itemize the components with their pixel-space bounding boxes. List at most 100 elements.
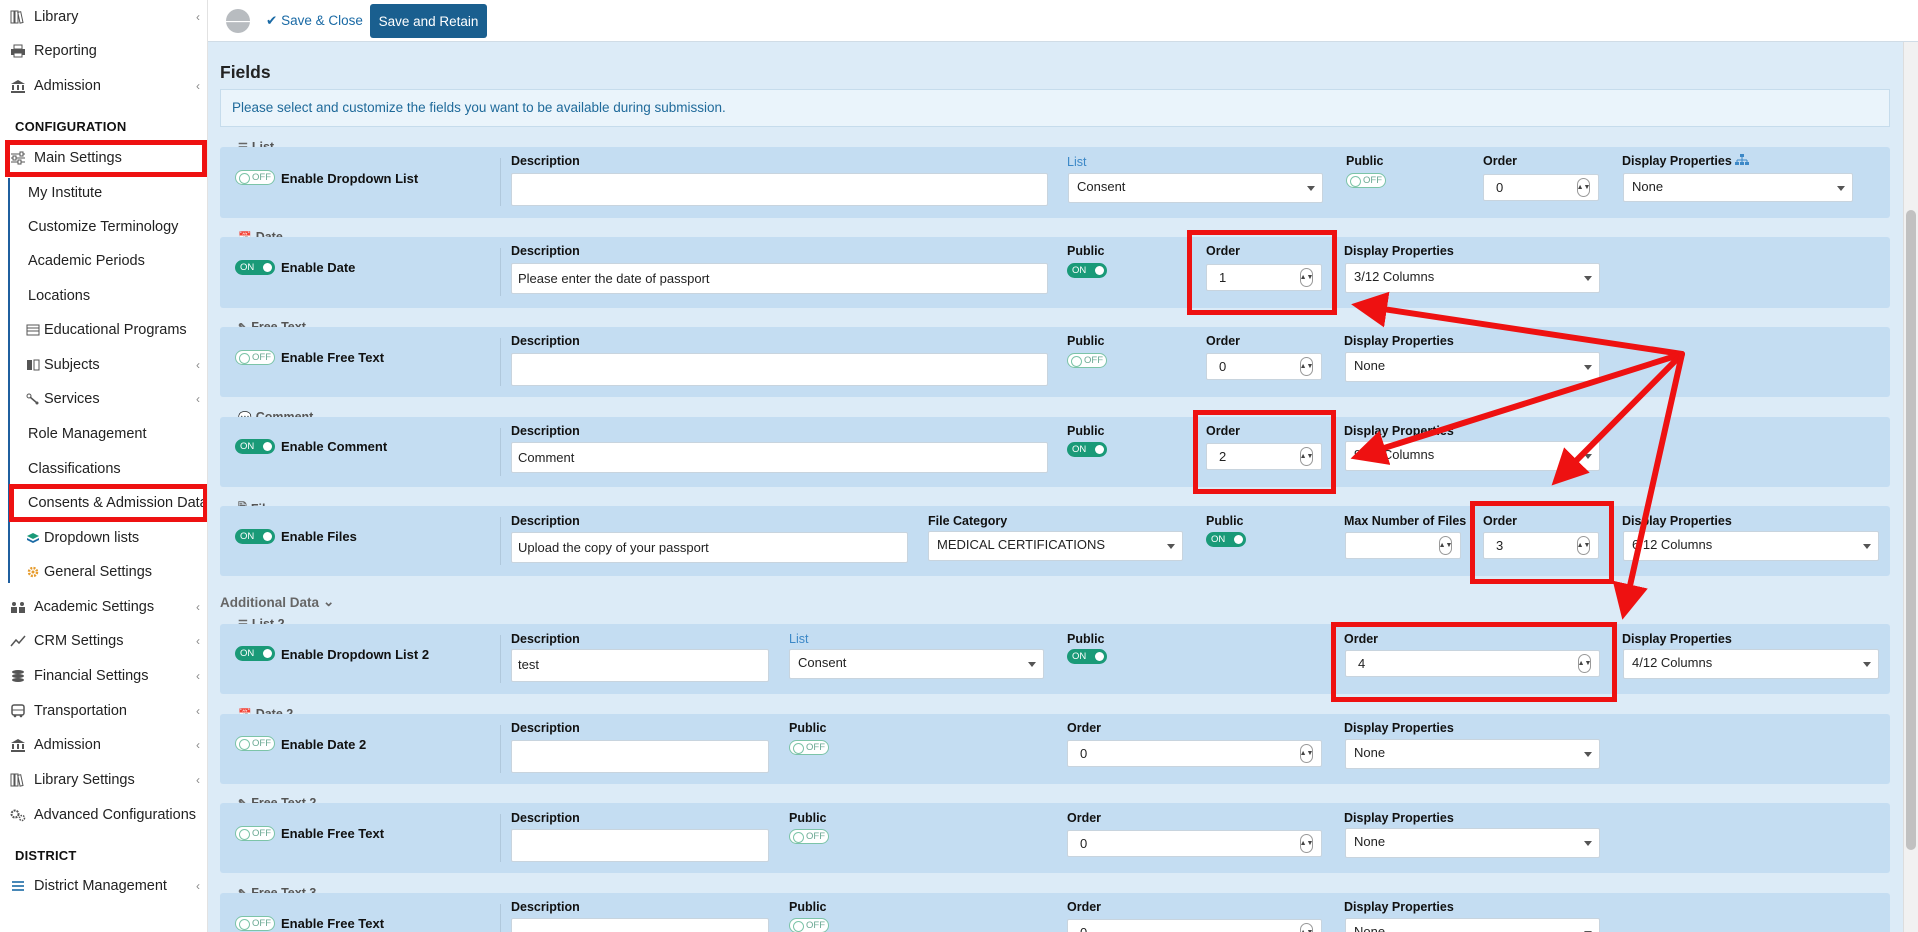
field-row-comment [220,417,1890,487]
sidebar-item-role-management[interactable]: Role Management [0,419,207,449]
toggle-enable-date[interactable]: ON [235,260,275,275]
check-icon: ✔ [266,13,278,28]
display-properties-select[interactable]: 9/12 Columns [1345,441,1600,471]
spinner-icon[interactable]: ▲▼ [1300,447,1313,466]
sidebar-item-advanced-configurations[interactable]: Advanced Configurations [0,800,207,830]
label-list-link[interactable]: List [1067,155,1086,169]
toggle-enable-comment[interactable]: ON [235,439,275,454]
sidebar-item-customize-terminology[interactable]: Customize Terminology [0,212,207,242]
sidebar-item-main-settings[interactable]: Main Settings [0,143,207,173]
spinner-icon[interactable]: ▲▼ [1300,923,1313,932]
display-properties-select[interactable]: None [1345,918,1600,932]
sidebar-item-services[interactable]: Services ‹ [0,384,207,414]
toggle-public[interactable]: OFF [1346,173,1386,188]
description-input[interactable] [511,918,769,932]
sidebar-item-transportation[interactable]: Transportation ‹ [0,696,207,726]
sidebar-item-academic-settings[interactable]: Academic Settings ‹ [0,592,207,622]
toggle-enable-files[interactable]: ON [235,529,275,544]
toggle-public[interactable]: OFF [789,829,829,844]
sidebar-item-locations[interactable]: Locations [0,281,207,311]
label-order: Order [1067,811,1102,825]
spinner-icon[interactable]: ▲▼ [1577,178,1590,197]
order-input[interactable]: 0▲▼ [1067,740,1322,767]
toggle-public[interactable]: ON [1206,532,1246,547]
sidebar-item-consents-admission-data[interactable]: Consents & Admission Data [0,488,207,518]
sidebar-item-library-settings[interactable]: Library Settings ‹ [0,765,207,795]
sidebar-item-reporting[interactable]: Reporting [0,36,207,66]
toggle-public[interactable]: ON [1067,442,1107,457]
sidebar-item-my-institute[interactable]: My Institute [0,178,207,208]
spinner-icon[interactable]: ▲▼ [1439,536,1452,555]
toggle-public[interactable]: OFF [789,918,829,932]
scrollbar-thumb[interactable] [1906,210,1916,850]
spinner-icon[interactable]: ▲▼ [1578,654,1591,673]
save-retain-button[interactable]: Save and Retain [370,4,487,38]
list-select[interactable]: Consent [789,649,1044,679]
order-input[interactable]: 0▲▼ [1483,174,1599,201]
description-input[interactable] [511,173,1048,206]
books-icon [9,772,27,788]
sidebar-item-admission-settings[interactable]: Admission ‹ [0,730,207,760]
order-input[interactable]: 3 ▲▼ [1483,532,1599,559]
order-input[interactable]: 0▲▼ [1206,353,1322,380]
section-heading-configuration: CONFIGURATION [15,119,127,134]
toggle-enable-free-text-3[interactable]: OFF [235,916,275,931]
description-input[interactable] [511,829,769,862]
order-input[interactable]: 0▲▼ [1067,830,1322,857]
spinner-icon[interactable]: ▲▼ [1577,536,1590,555]
vertical-scrollbar[interactable] [1903,42,1918,932]
spinner-icon[interactable]: ▲▼ [1300,744,1313,763]
display-properties-select[interactable]: None [1345,828,1600,858]
back-button[interactable]: 🡐 [219,9,257,33]
toggle-public[interactable]: ON [1067,263,1107,278]
description-input[interactable]: Comment [511,442,1048,473]
order-input[interactable]: 2 ▲▼ [1206,443,1322,470]
additional-data-toggle[interactable]: Additional Data ⌄ [220,594,334,610]
label-description: Description [511,334,580,348]
sidebar-item-dropdown-lists[interactable]: Dropdown lists [0,523,207,553]
label-display-properties: Display Properties [1344,244,1454,258]
toggle-enable-dropdown-list-2[interactable]: ON [235,646,275,661]
file-category-select[interactable]: MEDICAL CERTIFICATIONS [928,531,1183,561]
sidebar-item-general-settings[interactable]: General Settings [0,557,207,587]
label-list-link[interactable]: List [789,632,808,646]
description-input[interactable] [511,740,769,773]
toggle-enable-free-text[interactable]: OFF [235,350,275,365]
chevron-left-icon: ‹ [196,634,200,648]
sidebar-item-crm-settings[interactable]: CRM Settings ‹ [0,626,207,656]
description-input[interactable]: Upload the copy of your passport [511,532,908,563]
display-properties-select[interactable]: 6/12 Columns [1623,531,1879,561]
display-properties-select[interactable]: 3/12 Columns [1345,263,1600,293]
toggle-public[interactable]: ON [1067,649,1107,664]
coins-icon [9,668,27,684]
sidebar-item-library[interactable]: Library ‹ [0,2,207,32]
toggle-public[interactable]: OFF [789,740,829,755]
order-input[interactable]: 1 ▲▼ [1206,264,1322,291]
sidebar-item-district-management[interactable]: District Management ‹ [0,871,207,901]
toggle-enable-dropdown-list[interactable]: OFF [235,170,275,185]
sidebar-item-classifications[interactable]: Classifications [0,454,207,484]
spinner-icon[interactable]: ▲▼ [1300,268,1313,287]
sidebar-item-financial-settings[interactable]: Financial Settings ‹ [0,661,207,691]
sidebar-item-subjects[interactable]: Subjects ‹ [0,350,207,380]
display-properties-select[interactable]: 4/12 Columns [1623,649,1879,679]
description-input[interactable] [511,353,1048,386]
toggle-public[interactable]: OFF [1067,353,1107,368]
display-properties-select[interactable]: None [1345,352,1600,382]
order-input[interactable]: 0▲▼ [1067,919,1322,932]
display-properties-select[interactable]: None [1623,173,1853,202]
spinner-icon[interactable]: ▲▼ [1300,834,1313,853]
description-input[interactable]: test [511,649,769,682]
list-select[interactable]: Consent [1068,173,1323,203]
display-properties-select[interactable]: None [1345,739,1600,769]
toggle-enable-date-2[interactable]: OFF [235,736,275,751]
toggle-enable-free-text-2[interactable]: OFF [235,826,275,841]
sidebar-item-academic-periods[interactable]: Academic Periods [0,246,207,276]
spinner-icon[interactable]: ▲▼ [1300,357,1313,376]
sidebar-item-educational-programs[interactable]: Educational Programs [0,315,207,345]
max-files-input[interactable]: ▲▼ [1345,532,1461,559]
sidebar-item-admission[interactable]: Admission ‹ [0,71,207,101]
save-close-button[interactable]: ✔ Save & Close [266,13,363,29]
description-input[interactable]: Please enter the date of passport [511,263,1048,294]
order-input[interactable]: 4 ▲▼ [1345,650,1600,677]
